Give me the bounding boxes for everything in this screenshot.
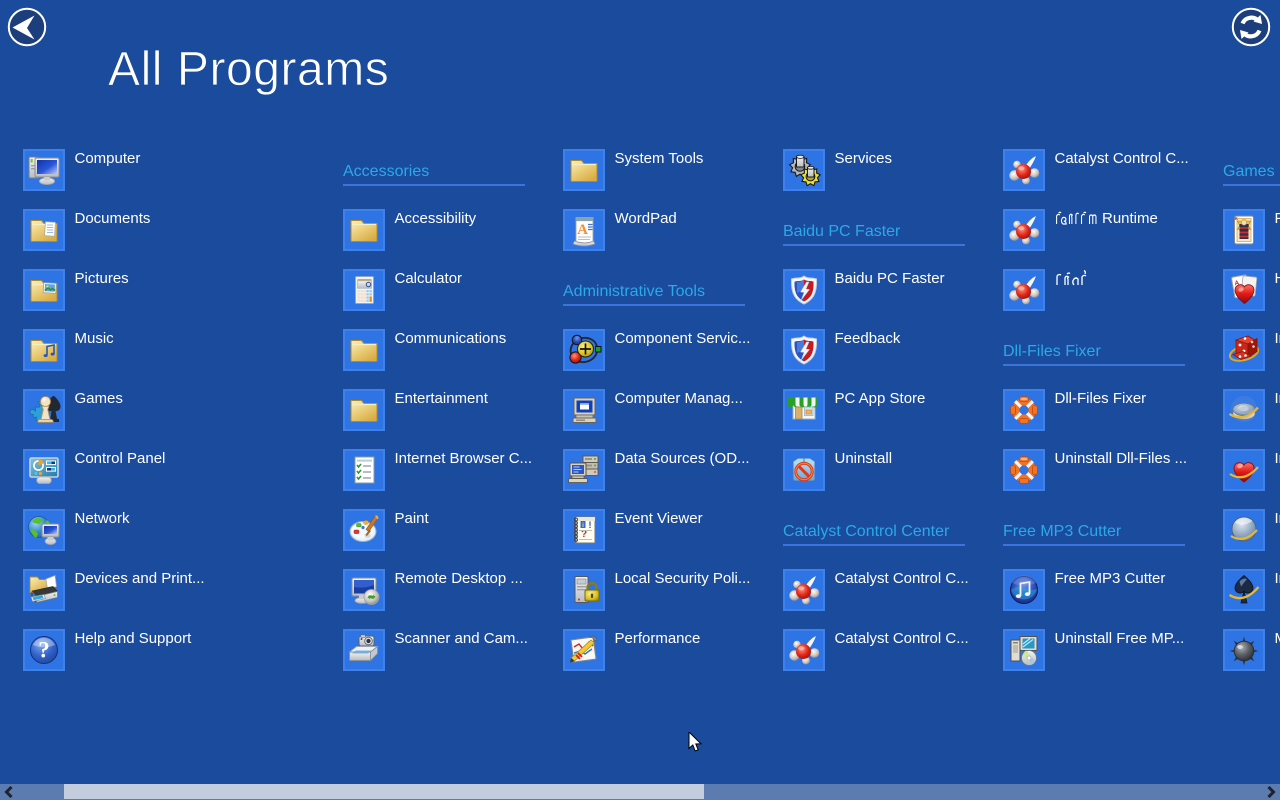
- svg-text:i: i: [582, 522, 584, 529]
- svg-text:A: A: [577, 222, 588, 238]
- svg-text:?: ?: [38, 637, 50, 662]
- svg-text:!: !: [589, 520, 592, 530]
